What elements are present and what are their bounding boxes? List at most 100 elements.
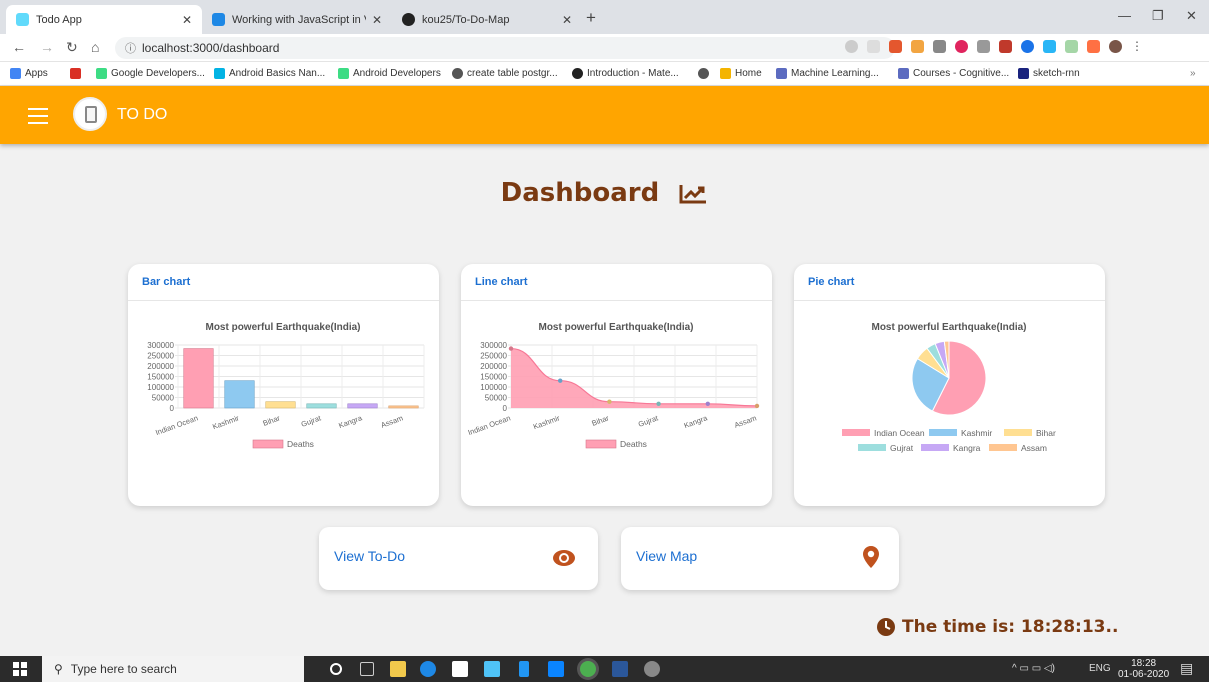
app-header: TO DO [0,86,1209,144]
menu-icon[interactable] [28,108,48,129]
bookmark-google-developers[interactable]: Google Developers... [96,68,205,79]
folder-icon [720,68,731,79]
tab-title: kou25/To-Do-Map [422,13,510,26]
avatar[interactable] [1109,40,1122,53]
extension-icon[interactable] [889,40,902,53]
extension-icon[interactable] [999,40,1012,53]
x-tick-label: Kashmir [211,413,240,431]
zoom-icon[interactable] [845,40,858,53]
more-bookmarks-icon[interactable]: » [1190,68,1196,79]
url-input[interactable]: ⓘ localhost:3000/dashboard [115,37,895,59]
bookmark-gmail[interactable] [70,68,85,79]
sketch-icon [1018,68,1029,79]
bookmark-sketch-rnn[interactable]: sketch-rnn [1018,68,1080,79]
bar [388,405,419,409]
github-icon [572,68,583,79]
extension-icon[interactable] [955,40,968,53]
gmail-icon [70,68,81,79]
bar [265,401,296,409]
bar-chart: Most powerful Earthquake(India) 300000 250… [147,322,425,449]
extension-icon[interactable] [1021,40,1034,53]
x-tick-label: Assam [733,413,758,429]
new-tab-button[interactable]: + [586,8,596,28]
close-tab-icon[interactable]: ✕ [562,13,572,27]
bar [183,348,214,409]
cortana-icon[interactable] [330,663,342,675]
edge-icon[interactable] [420,661,436,677]
y-tick-label: 150000 [480,373,507,382]
bookmark-label: Android Developers [353,68,441,79]
taskbar-clock[interactable]: 18:28 01-06-2020 [1118,658,1169,680]
app-logo [73,97,107,131]
tab-todo-app[interactable]: Todo App ✕ [6,5,202,34]
bookmark-apps[interactable]: Apps [10,68,48,79]
clock-text: The time is: 18:28:13.. [902,617,1119,637]
bookmark-android-basics[interactable]: Android Basics Nan... [214,68,325,79]
tab-github[interactable]: kou25/To-Do-Map ✕ [392,5,582,34]
legend-label: Bihar [1036,428,1056,438]
close-tab-icon[interactable]: ✕ [372,13,382,27]
data-point [754,403,760,409]
store-icon[interactable] [452,661,468,677]
tab-title: Working with JavaScript in Visual [232,13,366,26]
menu-icon[interactable]: ⋮ [1131,40,1144,53]
bookmarks-bar: Apps Google Developers... Android Basics… [0,62,1209,86]
extension-icon[interactable] [1043,40,1056,53]
bookmark-create-table[interactable]: create table postgr... [452,68,558,79]
line-chart-card: Line chart Most powerful Earthquake(Indi… [461,264,772,506]
bookmark-label: sketch-rnn [1033,68,1080,79]
x-tick-label: Gujrat [637,413,660,429]
legend-label: Kashmir [961,428,992,438]
extension-icon[interactable] [933,40,946,53]
view-todo-button[interactable]: View To-Do [319,527,598,590]
phone-icon[interactable] [519,661,529,677]
taskbar-date: 01-06-2020 [1118,669,1170,680]
info-icon[interactable]: ⓘ [125,40,136,56]
chart-title: Most powerful Earthquake(India) [205,322,360,333]
ibm-icon [776,68,787,79]
language-indicator[interactable]: ENG [1089,663,1111,674]
notifications-icon[interactable]: ▤ [1180,660,1193,677]
clock-display: The time is: 18:28:13.. [876,617,1118,637]
star-icon[interactable] [867,40,880,53]
bookmark-android-developers[interactable]: Android Developers [338,68,441,79]
extension-icon[interactable] [1087,40,1100,53]
file-explorer-icon[interactable] [390,661,406,677]
x-tick-label: Bihar [262,413,282,428]
bookmark-introduction[interactable]: Introduction - Mate... [572,68,679,79]
taskbar-search-input[interactable]: ⚲ Type here to search [42,656,304,682]
android-icon [96,68,107,79]
minimize-button[interactable]: — [1118,8,1131,23]
extension-icon[interactable] [911,40,924,53]
back-button[interactable]: ← [12,39,26,55]
github-icon [402,13,415,26]
forward-button[interactable]: → [40,39,54,55]
home-button[interactable]: ⌂ [91,39,99,55]
mail-icon[interactable] [484,661,500,677]
eye-icon [553,550,575,566]
apps-icon [10,68,21,79]
task-view-icon[interactable] [360,662,374,676]
vscode-icon[interactable] [548,661,564,677]
bookmark-machine-learning[interactable]: Machine Learning... [776,68,879,79]
restore-button[interactable]: ❐ [1152,8,1164,24]
bookmark-courses[interactable]: Courses - Cognitive... [898,68,1009,79]
extension-icon[interactable] [1065,40,1078,53]
data-point [705,401,710,406]
view-map-button[interactable]: View Map [621,527,899,590]
bookmark-home[interactable]: Home [720,68,762,79]
reload-button[interactable]: ↻ [66,39,78,56]
legend-swatch [858,444,886,451]
tab-vscode-doc[interactable]: Working with JavaScript in Visual ✕ [202,5,392,34]
windows-start-icon[interactable] [13,662,27,676]
bookmark-globe[interactable] [698,68,713,79]
data-point [558,378,563,383]
chrome-icon[interactable] [580,661,596,677]
tray-icons[interactable]: ^ ▭ ▭ ◁) [1012,663,1055,674]
close-tab-icon[interactable]: ✕ [182,13,192,27]
word-icon[interactable] [612,661,628,677]
x-tick-label: Bihar [591,413,611,428]
close-window-button[interactable]: ✕ [1186,8,1197,24]
extension-icon[interactable] [977,40,990,53]
app-icon[interactable] [644,661,660,677]
